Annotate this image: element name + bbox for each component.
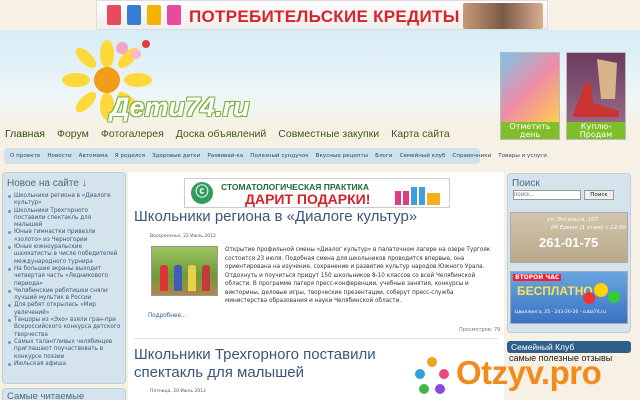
new-on-site-list: Школьники региона в «Диалоге культур» Шк… (3, 193, 125, 368)
site-logo[interactable]: Дети74.ru (110, 92, 250, 123)
sub-nav: О проекте Новости Автомама Я родился Здо… (4, 148, 547, 164)
list-item[interactable]: Юные южноуральские шахматисты в числе по… (7, 244, 121, 266)
new-on-site-panel: Новое на сайте ↓ Школьники региона в «Ди… (2, 172, 126, 384)
subnav-directories[interactable]: Справочники (452, 153, 491, 159)
article-body: Открытие профильной смены «Диалог культу… (225, 247, 491, 304)
article-divider (134, 338, 498, 339)
restaurant-ad-address: ул. Энгельса, 107 (547, 217, 599, 223)
subnav-develop[interactable]: Развивай-ка (207, 153, 243, 159)
gift-boxes-icon (395, 187, 440, 205)
dental-ad-line2: ДАРИТ ПОДАРКИ! (245, 191, 371, 207)
subnav-goods[interactable]: Товары и услуги (498, 153, 547, 159)
nav-home[interactable]: Главная (5, 128, 45, 144)
shoe-icon (573, 59, 619, 117)
search-input[interactable] (513, 190, 581, 200)
list-item[interactable]: Для ребят открылась «Мир увлечений» (7, 302, 121, 317)
kids-play-ad-address: Цвиллинга, 25 · 243-26-26 · cuba74.ru (515, 310, 606, 315)
article-date: Воскресенье, 22 Июль 2012 (150, 234, 216, 239)
restaurant-ad-location: РК Ермак (1 этаж) с 12:00 (551, 225, 626, 231)
otzyv-watermark: Otzyv.pro (410, 352, 640, 400)
list-item[interactable]: Юные гимнастки привезли «золото» из Черн… (7, 229, 121, 244)
nav-gallery[interactable]: Фотогалерея (101, 128, 164, 144)
subnav-news[interactable]: Новости (47, 153, 71, 159)
restaurant-ad[interactable]: ул. Энгельса, 107 РК Ермак (1 этаж) с 12… (510, 212, 628, 263)
list-item[interactable]: Июльская афиша (7, 361, 121, 368)
top-banner-ad[interactable]: ПОТРЕБИТЕЛЬСКИЕ КРЕДИТЫ (96, 0, 548, 30)
watermark-logo-icon (415, 357, 449, 394)
views-count: Просмотров: 79 (459, 327, 501, 333)
nav-sitemap[interactable]: Карта сайта (391, 128, 450, 144)
subnav-family-club[interactable]: Семейный клуб (400, 153, 446, 159)
subnav-automama[interactable]: Автомама (79, 153, 108, 159)
subnav-chest[interactable]: Полезный сундучок (250, 153, 308, 159)
tooth-logo-icon: ⓒ (191, 182, 213, 204)
read-more-link[interactable]: Подробнее... (148, 313, 186, 319)
buy-sell-ad[interactable]: Куплю-Продам (566, 52, 626, 140)
nav-group-buys[interactable]: Совместные закупки (278, 128, 379, 144)
buy-sell-ad-photo (567, 53, 625, 125)
birthday-ad[interactable]: Отметить день рождения?! (500, 52, 560, 140)
subnav-about[interactable]: О проекте (10, 153, 40, 159)
search-button[interactable]: Поиск (584, 190, 614, 200)
watermark-text: Otzyv.pro (456, 354, 602, 391)
birthday-ad-photo (501, 53, 559, 125)
new-on-site-title[interactable]: Новое на сайте ↓ (3, 173, 125, 193)
article-title[interactable]: Школьники Трехгорного поставили спектакл… (134, 346, 414, 382)
subnav-health[interactable]: Здоровые детки (152, 153, 200, 159)
subnav-recipes[interactable]: Вкусные рецепты (316, 153, 368, 159)
list-item[interactable]: На большие экраны выходит четвертая част… (7, 266, 121, 288)
article-title[interactable]: Школьники региона в «Диалоге культур» (134, 208, 417, 225)
site-header: Дети74.ru Отметить день рождения?! Куплю… (0, 30, 640, 140)
most-read-title: Самые читаемые (7, 391, 85, 400)
nav-forum[interactable]: Форум (57, 128, 89, 144)
list-item[interactable]: Школьники Трехгорного поставили спектакл… (7, 208, 121, 230)
article-photo[interactable] (151, 246, 218, 296)
top-banner-text: ПОТРЕБИТЕЛЬСКИЕ КРЕДИТЫ (189, 7, 460, 26)
kids-play-ad-badge: ВТОРОЙ ЧАС (513, 274, 562, 281)
list-item[interactable]: Самых талантливых челябинцев приглашают … (7, 339, 121, 361)
list-item[interactable]: Танцоры из «Эхо» взяли гран-при Всеросси… (7, 317, 121, 339)
banner-photo (463, 3, 543, 29)
dental-ad-banner[interactable]: ⓒ СТОМАТОЛОГИЧЕСКАЯ ПРАКТИКА ДАРИТ ПОДАР… (184, 178, 450, 208)
list-item[interactable]: Школьники региона в «Диалоге культур» (7, 193, 121, 208)
article-date: Пятница, 20 Июль 2012 (150, 389, 206, 394)
subnav-blogs[interactable]: Блоги (375, 153, 392, 159)
main-nav: Главная Форум Фотогалерея Доска объявлен… (0, 128, 640, 144)
subnav-born[interactable]: Я родился (115, 153, 145, 159)
kids-play-ad[interactable]: ВТОРОЙ ЧАС БЕСПЛАТНО Цвиллинга, 25 · 243… (510, 271, 628, 324)
balls-icon (583, 283, 620, 304)
nav-classifieds[interactable]: Доска объявлений (176, 128, 267, 144)
most-read-panel: Самые читаемые (2, 388, 126, 400)
shopping-bags-icon (107, 5, 181, 25)
restaurant-ad-phone: 261-01-75 (539, 235, 599, 250)
list-item[interactable]: Челябинские ребятишки сняли лучший мульт… (7, 288, 121, 303)
